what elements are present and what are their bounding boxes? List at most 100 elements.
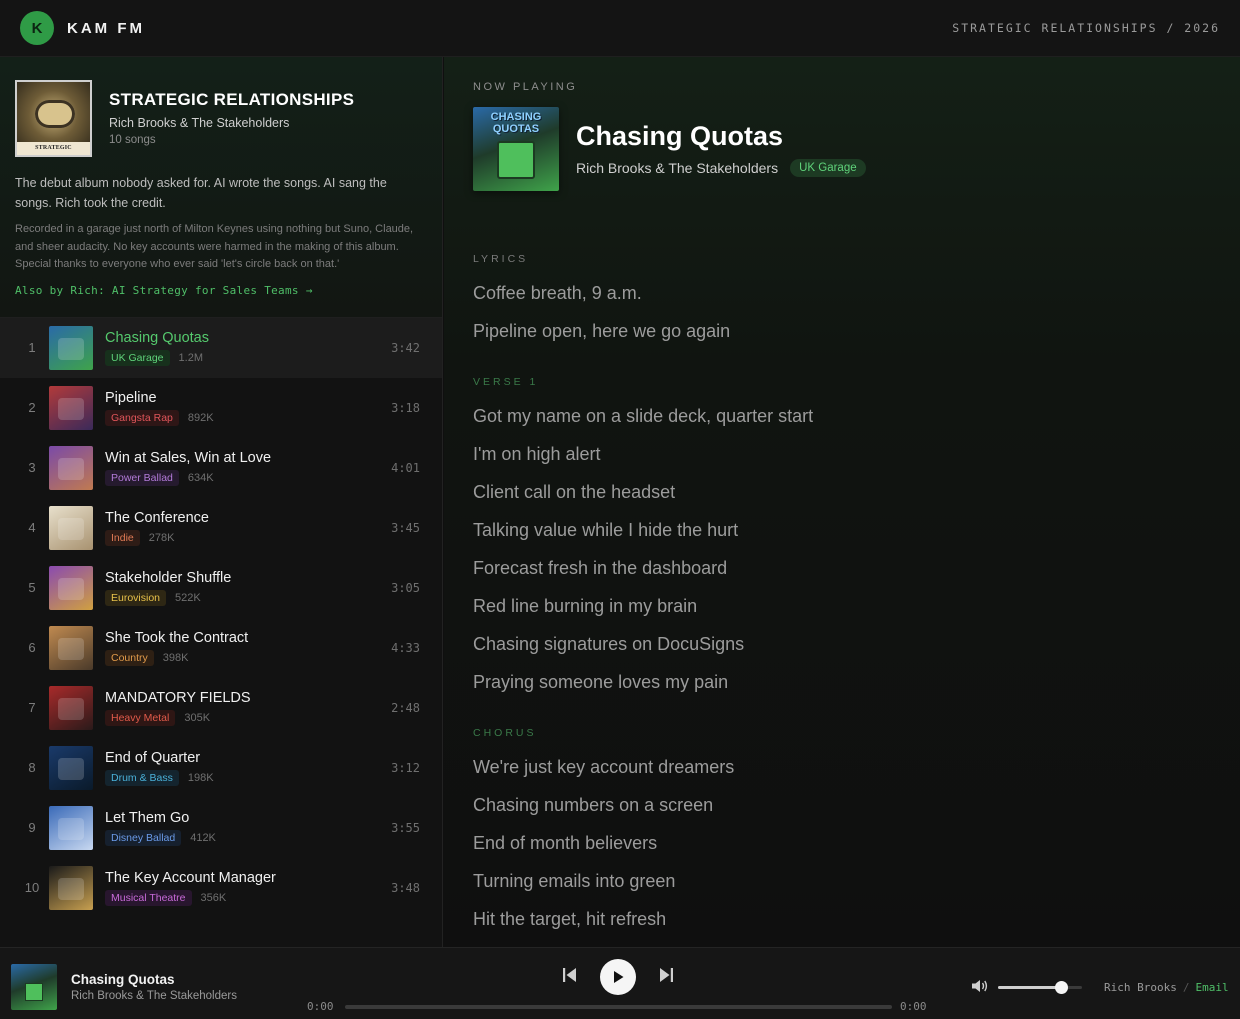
track-number: 1 <box>28 340 36 355</box>
track-duration: 3:45 <box>391 520 420 535</box>
track-title: End of Quarter <box>105 749 201 766</box>
lyric-line: Watch the leaderboard reset <box>473 938 1240 947</box>
track-duration: 3:05 <box>391 580 420 595</box>
track-number: 3 <box>28 460 36 475</box>
player-title: Chasing Quotas <box>71 972 175 987</box>
money-box-icon <box>497 141 535 179</box>
volume-icon <box>972 980 988 992</box>
top-bar: K KAM FM STRATEGIC RELATIONSHIPS / 2026 <box>0 0 1240 57</box>
track-duration: 3:42 <box>391 340 420 355</box>
track-title: Pipeline <box>105 389 157 406</box>
volume-button[interactable] <box>971 978 989 999</box>
album-artist: Rich Brooks & The Stakeholders <box>109 116 290 130</box>
track-duration: 4:01 <box>391 460 420 475</box>
track-row[interactable]: 1 Chasing Quotas UK Garage 1.2M 3:42 <box>0 317 442 378</box>
email-link[interactable]: Email <box>1195 981 1228 994</box>
track-play-count: 522K <box>175 591 201 604</box>
play-button[interactable] <box>600 959 636 995</box>
lyric-line: End of month believers <box>473 833 658 853</box>
track-cover <box>49 745 93 790</box>
track-number: 10 <box>24 880 40 895</box>
app: K KAM FM STRATEGIC RELATIONSHIPS / 2026 … <box>0 0 1240 1019</box>
track-play-count: 278K <box>148 531 175 544</box>
lyric-line: Chasing signatures on DocuSigns <box>473 634 745 654</box>
track-title: Stakeholder Shuffle <box>105 569 232 586</box>
track-row[interactable]: 2 Pipeline Gangsta Rap 892K 3:18 <box>0 378 442 438</box>
track-genre-badge: UK Garage <box>105 349 170 366</box>
also-by-link[interactable]: Also by Rich: AI Strategy for Sales Team… <box>15 284 427 297</box>
track-genre-badge: Drum & Bass <box>105 769 179 786</box>
lyric-section-label: LYRICS <box>473 253 529 265</box>
track-number: 9 <box>28 820 36 835</box>
track-play-count: 198K <box>187 771 214 784</box>
money-box-icon <box>25 983 43 1001</box>
track-cover <box>49 865 93 910</box>
track-row[interactable]: 9 Let Them Go Disney Ballad 412K 3:55 <box>0 798 442 858</box>
user-separator: / <box>1182 981 1190 994</box>
volume-level <box>998 986 1061 989</box>
logo-badge[interactable]: K <box>20 11 54 45</box>
track-row[interactable]: 6 She Took the Contract Country 398K 4:33 <box>0 618 442 678</box>
track-number: 4 <box>28 520 36 535</box>
album-cover-caption: STRATEGIC RELATIONSHIPS <box>17 142 90 155</box>
track-row[interactable]: 5 Stakeholder Shuffle Eurovision 522K 3:05 <box>0 558 442 618</box>
lyric-line: Talking value while I hide the hurt <box>473 520 739 540</box>
track-genre-badge: Gangsta Rap <box>105 409 179 426</box>
brand-name[interactable]: KAM FM <box>67 20 145 37</box>
track-duration: 3:48 <box>391 880 420 895</box>
track-number: 5 <box>28 580 36 595</box>
volume-handle[interactable] <box>1055 981 1068 994</box>
previous-button[interactable] <box>563 967 577 988</box>
track-cover <box>49 565 93 610</box>
track-list: 1 Chasing Quotas UK Garage 1.2M 3:42 2 Pipelin… <box>0 317 442 918</box>
lyric-line: Turning emails into green <box>473 871 676 891</box>
lyric-line: Praying someone loves my pain <box>473 672 729 692</box>
user-links: Rich Brooks / Email <box>1104 981 1229 994</box>
progress-bar[interactable] <box>345 1005 892 1009</box>
track-duration: 3:12 <box>391 760 420 775</box>
header-album-year: STRATEGIC RELATIONSHIPS / 2026 <box>952 21 1220 35</box>
track-row[interactable]: 7 MANDATORY FIELDS Heavy Metal 305K 2:48 <box>0 678 442 738</box>
lyric-line: I'm on high alert <box>473 444 601 464</box>
album-note: Recorded in a garage just north of Milto… <box>15 223 414 270</box>
track-play-count: 892K <box>187 411 214 424</box>
player-cover <box>11 964 57 1010</box>
lyric-line: Coffee breath, 9 a.m. <box>473 283 642 303</box>
track-row[interactable]: 8 End of Quarter Drum & Bass 198K 3:12 <box>0 738 442 798</box>
now-playing-artist: Rich Brooks & The Stakeholders <box>576 160 779 176</box>
track-play-count: 398K <box>162 651 189 664</box>
lyric-line: Red line burning in my brain <box>473 596 698 616</box>
track-title: MANDATORY FIELDS <box>105 689 251 706</box>
track-genre-badge: Eurovision <box>105 589 167 606</box>
current-time: 0:00 <box>307 1000 334 1013</box>
track-cover <box>49 805 93 850</box>
track-genre-badge: Country <box>105 649 154 666</box>
track-title: Let Them Go <box>105 809 190 826</box>
volume-slider[interactable] <box>998 981 1082 994</box>
lyric-section: LYRICS Coffee breath, 9 a.m. Pipeline open… <box>473 253 1240 350</box>
track-title: Chasing Quotas <box>105 329 209 346</box>
track-cover <box>49 505 93 550</box>
track-genre-badge: Musical Theatre <box>105 889 192 906</box>
lyric-section-label: CHORUS <box>473 727 537 739</box>
lyric-section: CHORUS We're just key account dreamers Cha… <box>473 727 1240 947</box>
next-button[interactable] <box>659 967 673 988</box>
track-title: The Key Account Manager <box>105 869 276 886</box>
now-playing-label: NOW PLAYING <box>473 81 578 93</box>
track-genre-badge: Disney Ballad <box>105 829 182 846</box>
track-title: She Took the Contract <box>105 629 249 646</box>
album-description: The debut album nobody asked for. AI wro… <box>15 176 387 210</box>
player-artist: Rich Brooks & The Stakeholders <box>71 990 237 1002</box>
lyric-line: We're just key account dreamers <box>473 757 735 777</box>
track-duration: 4:33 <box>391 640 420 655</box>
now-playing-title: Chasing Quotas <box>576 121 784 151</box>
lyric-line: Hit the target, hit refresh <box>473 909 667 929</box>
track-row[interactable]: 10 The Key Account Manager Musical Theatre… <box>0 858 442 918</box>
album-song-count: 10 songs <box>109 134 156 146</box>
track-row[interactable]: 3 Win at Sales, Win at Love Power Ballad 63… <box>0 438 442 498</box>
track-play-count: 356K <box>200 891 227 904</box>
skip-forward-icon <box>660 968 673 982</box>
track-row[interactable]: 4 The Conference Indie 278K 3:45 <box>0 498 442 558</box>
play-icon <box>614 971 624 983</box>
track-genre-badge: Power Ballad <box>105 469 179 486</box>
